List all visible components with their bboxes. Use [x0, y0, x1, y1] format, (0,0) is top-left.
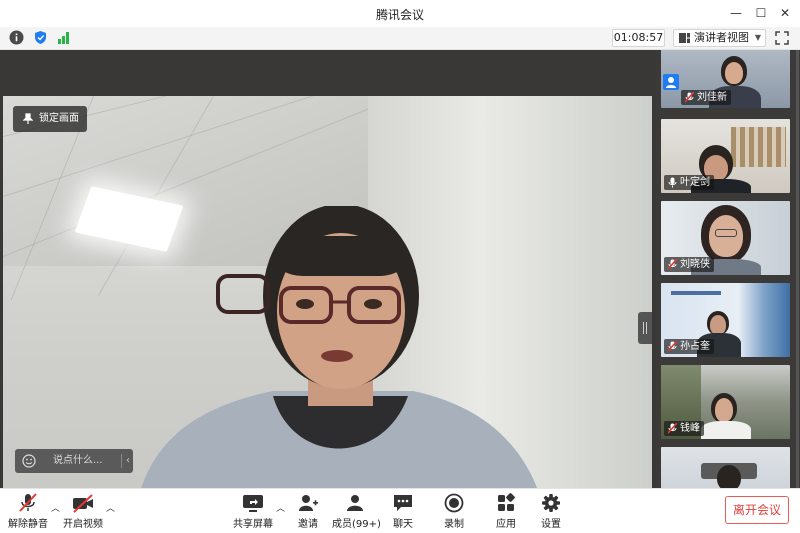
participant-tile[interactable]: 刘晓侠: [661, 201, 790, 275]
host-icon: [663, 74, 679, 90]
maximize-button[interactable]: ☐: [751, 4, 771, 22]
mic-muted-icon: [685, 92, 694, 103]
chevron-down-icon: ▼: [754, 33, 761, 42]
pin-icon: [22, 113, 34, 124]
meeting-timer: 01:08:57: [612, 29, 665, 47]
participant-tile[interactable]: 叶定剑: [661, 119, 790, 193]
apps-icon: [498, 493, 515, 511]
chat-icon: [394, 495, 412, 511]
share-screen-label: 共享屏幕: [233, 519, 273, 530]
divider: [121, 454, 122, 468]
unmute-button[interactable]: 解除静音: [8, 493, 48, 531]
participant-tile[interactable]: 刘佳新: [661, 50, 790, 108]
participant-tile[interactable]: [661, 447, 790, 488]
mic-muted-icon: [668, 341, 677, 352]
glasses: [715, 229, 737, 237]
speaker-figure: [135, 206, 545, 510]
logo-banner: [671, 291, 721, 295]
leave-meeting-button[interactable]: 离开会议: [725, 496, 789, 524]
camera-off-icon: [73, 494, 93, 513]
chat-button[interactable]: 聊天: [389, 493, 417, 531]
chevron-left-icon[interactable]: ‹: [126, 449, 130, 473]
participant-name-tag: 钱峰: [664, 421, 704, 436]
close-button[interactable]: ✕: [775, 4, 795, 22]
speaker-view-icon: [679, 33, 690, 43]
participant-name: 钱峰: [680, 423, 700, 434]
participant-strip: 刘佳新 叶定剑 刘晓侠 孙占奎 钱峰: [656, 50, 800, 488]
chevron-up-icon[interactable]: ︿: [51, 501, 60, 514]
mic-icon: [668, 177, 677, 188]
share-screen-button[interactable]: 共享屏幕: [233, 493, 273, 531]
members-button[interactable]: 成员(99+): [332, 493, 381, 531]
meeting-window: 腾讯会议 — ☐ ✕ 01:08:57 演讲者视图 ▼ 锁定画面 说点什么...…: [0, 0, 800, 533]
view-selector-label: 演讲者视图: [694, 31, 749, 44]
participant-strip-scrollbar[interactable]: [796, 50, 799, 488]
unmute-label: 解除静音: [8, 519, 48, 530]
chevron-up-icon[interactable]: ︿: [276, 501, 285, 514]
record-icon: [444, 493, 464, 513]
participant-name: 刘晓侠: [680, 259, 710, 270]
add-user-icon: [299, 495, 318, 511]
mic-muted-icon: [668, 259, 677, 270]
main-video-area: 锁定画面 说点什么... ‹: [0, 50, 656, 510]
window-title: 腾讯会议: [375, 8, 424, 22]
participant-name: 孙占奎: [680, 341, 710, 352]
participant-tile[interactable]: 钱峰: [661, 365, 790, 439]
record-label: 录制: [444, 519, 464, 530]
participant-tile[interactable]: 孙占奎: [661, 283, 790, 357]
quick-chat-input[interactable]: 说点什么... ‹: [15, 449, 133, 473]
title-bar: 腾讯会议 — ☐ ✕: [0, 0, 800, 27]
invite-button[interactable]: 邀请: [293, 493, 323, 531]
shield-icon[interactable]: [33, 30, 48, 45]
settings-button[interactable]: 设置: [537, 493, 565, 531]
emoji-icon[interactable]: [22, 454, 36, 468]
active-speaker-video: 锁定画面 说点什么... ‹: [3, 96, 652, 510]
invite-label: 邀请: [298, 519, 318, 530]
participant-name: 刘佳新: [697, 92, 727, 103]
participant-name-tag: 刘佳新: [681, 90, 731, 105]
start-video-label: 开启视频: [63, 519, 103, 530]
participant-name-tag: 叶定剑: [664, 175, 714, 190]
apps-label: 应用: [496, 519, 516, 530]
participant-name-tag: 刘晓侠: [664, 257, 714, 272]
bottom-controls: 解除静音 ︿ 开启视频 ︿ 共享屏幕 ︿ 邀请 成员(99+) 聊天 录制 应用…: [0, 488, 800, 533]
mic-muted-icon: [668, 423, 677, 434]
participant-name: 叶定剑: [680, 177, 710, 188]
info-icon[interactable]: [9, 30, 24, 45]
collapse-strip-handle[interactable]: [638, 312, 652, 344]
apps-button[interactable]: 应用: [492, 493, 520, 531]
chevron-up-icon[interactable]: ︿: [106, 501, 115, 514]
mic-muted-icon: [19, 493, 37, 512]
fullscreen-icon[interactable]: [775, 31, 789, 45]
members-icon: [347, 495, 363, 511]
lock-view-button[interactable]: 锁定画面: [13, 106, 87, 132]
chat-label: 聊天: [393, 519, 413, 530]
minimize-button[interactable]: —: [726, 4, 746, 22]
meeting-toolbar: 01:08:57 演讲者视图 ▼: [0, 27, 800, 50]
signal-icon[interactable]: [56, 30, 71, 45]
quick-chat-placeholder: 说点什么...: [53, 455, 103, 466]
settings-label: 设置: [541, 519, 561, 530]
record-button[interactable]: 录制: [440, 493, 468, 531]
view-selector[interactable]: 演讲者视图 ▼: [673, 29, 766, 47]
start-video-button[interactable]: 开启视频: [62, 493, 104, 531]
gear-icon: [542, 494, 560, 512]
share-screen-icon: [243, 495, 263, 512]
lock-view-label: 锁定画面: [39, 113, 79, 124]
collapse-handle-icon: [643, 322, 647, 334]
members-label: 成员(99+): [332, 519, 381, 530]
bookshelf: [731, 127, 786, 167]
participant-name-tag: 孙占奎: [664, 339, 714, 354]
